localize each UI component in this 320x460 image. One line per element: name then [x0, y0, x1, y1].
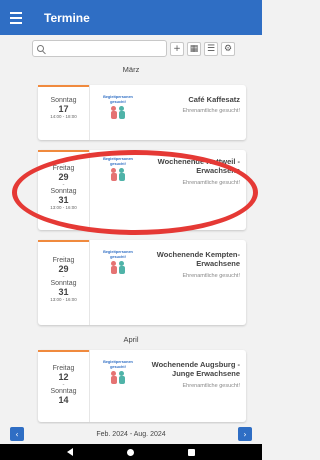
- event-day-number: 17: [58, 104, 69, 114]
- event-date: Freitag 12 - Sonntag 14: [38, 350, 90, 422]
- section-label-april: April: [123, 335, 139, 344]
- event-date: Freitag 29 - Sonntag 31 13:00 - 16:00: [38, 150, 90, 230]
- event-subtitle: Ehrenamtliche gesucht!: [182, 180, 240, 186]
- event-time: 13:00 - 16:00: [50, 297, 77, 302]
- toolbar: + ▦ ☰ ⚙: [0, 35, 262, 62]
- event-title: Wochenende Rottweil - Erwachsene: [157, 157, 240, 175]
- event-day-number: 31: [58, 195, 69, 205]
- add-button[interactable]: +: [170, 41, 184, 56]
- event-subtitle: Ehrenamtliche gesucht!: [182, 273, 240, 279]
- event-subtitle: Ehrenamtliche gesucht!: [182, 108, 240, 114]
- event-image: Begleitpersonen gesucht!: [98, 157, 138, 181]
- system-nav-bar: [0, 444, 262, 460]
- event-day-number: 14: [58, 395, 69, 405]
- event-date: Freitag 29 - Sonntag 31 13:00 - 16:00: [38, 240, 90, 325]
- back-icon[interactable]: [67, 448, 73, 456]
- event-day: Sonntag: [50, 280, 77, 287]
- home-icon[interactable]: [127, 448, 134, 456]
- next-range-button[interactable]: ›: [238, 427, 252, 441]
- search-input[interactable]: [32, 40, 167, 57]
- hamburger-menu-icon[interactable]: [10, 11, 38, 24]
- event-day-number: 12: [58, 372, 69, 382]
- event-day-number: 29: [58, 172, 69, 182]
- app-title: Termine: [44, 10, 90, 25]
- event-card[interactable]: Sonntag 17 14:00 - 18:00 Begleitpersonen…: [38, 85, 246, 140]
- section-label-march: März: [122, 65, 140, 74]
- event-title: Wochenende Kempten- Erwachsene: [156, 250, 240, 268]
- date-range-label: Feb. 2024 - Aug. 2024: [96, 430, 166, 438]
- event-image-caption: Begleitpersonen gesucht!: [103, 157, 133, 166]
- app-bar: Termine: [0, 0, 262, 35]
- date-range-pager: ‹ Feb. 2024 - Aug. 2024 ›: [0, 424, 262, 444]
- calendar-button[interactable]: ▦: [187, 41, 201, 56]
- event-title: Wochenende Augsburg - Junge Erwachsene: [151, 360, 240, 378]
- event-image-caption: Begleitpersonen gesucht!: [103, 250, 133, 259]
- settings-button[interactable]: ⚙: [221, 41, 235, 56]
- event-card[interactable]: Freitag 29 - Sonntag 31 13:00 - 16:00 Be…: [38, 240, 246, 325]
- event-day-number: 29: [58, 264, 69, 274]
- filter-button[interactable]: ☰: [204, 41, 218, 56]
- event-card[interactable]: Freitag 29 - Sonntag 31 13:00 - 16:00 Be…: [38, 150, 246, 230]
- event-day: Freitag: [52, 165, 75, 172]
- event-time: 14:00 - 18:00: [50, 114, 77, 119]
- event-day-number: 31: [58, 287, 69, 297]
- event-day: Sonntag: [50, 188, 77, 195]
- event-subtitle: Ehrenamtliche gesucht!: [182, 383, 240, 389]
- event-day: Sonntag: [50, 97, 77, 104]
- event-card[interactable]: Freitag 12 - Sonntag 14 Begleitpersonen …: [38, 350, 246, 422]
- previous-range-button[interactable]: ‹: [10, 427, 24, 441]
- search-icon: [37, 45, 44, 52]
- event-day: Freitag: [52, 257, 75, 264]
- event-image: Begleitpersonen gesucht!: [98, 250, 138, 274]
- event-day: Freitag: [52, 365, 75, 372]
- event-date: Sonntag 17 14:00 - 18:00: [38, 85, 90, 140]
- event-time: 13:00 - 16:00: [50, 205, 77, 210]
- event-day: Sonntag: [50, 388, 77, 395]
- event-title: Café Kaffesatz: [188, 95, 240, 104]
- recent-apps-icon[interactable]: [188, 448, 195, 456]
